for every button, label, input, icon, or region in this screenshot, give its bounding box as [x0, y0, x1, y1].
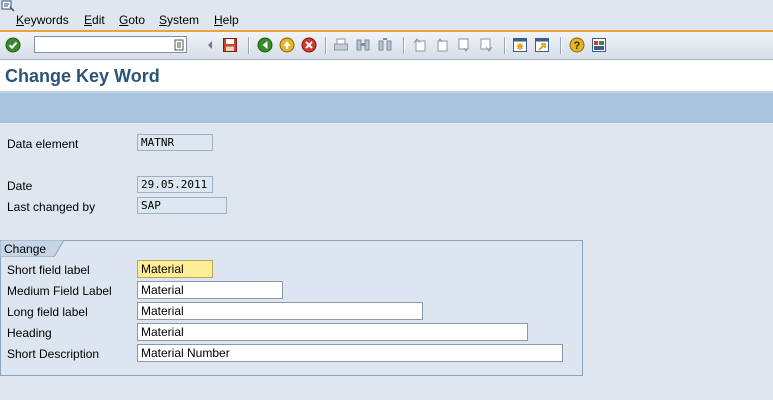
long-field-label-label: Long field label	[7, 305, 88, 319]
last-changed-by-field[interactable]: SAP	[137, 197, 227, 214]
exit-icon[interactable]	[278, 36, 296, 54]
find-icon[interactable]	[354, 36, 372, 54]
next-page-icon[interactable]	[455, 36, 473, 54]
date-field[interactable]: 29.05.2011	[137, 176, 213, 193]
toolbar-separator	[504, 37, 505, 54]
date-label: Date	[7, 179, 33, 193]
short-description-input[interactable]	[137, 344, 563, 362]
print-icon[interactable]	[332, 36, 350, 54]
back-icon[interactable]	[256, 36, 274, 54]
toolbar-separator	[248, 37, 249, 54]
save-icon[interactable]	[221, 36, 239, 54]
toolbar-separator	[325, 37, 326, 54]
menu-goto[interactable]: Goto	[119, 13, 145, 27]
last-changed-by-label: Last changed by	[7, 200, 96, 214]
first-page-icon[interactable]	[411, 36, 429, 54]
enter-check-icon[interactable]	[4, 36, 22, 54]
svg-text:?: ?	[574, 40, 581, 52]
short-field-label-label: Short field label	[7, 263, 90, 277]
data-element-label: Data element	[7, 137, 79, 151]
command-input[interactable]	[37, 38, 165, 52]
toolbar-separator	[560, 37, 561, 54]
menu-edit[interactable]: Edit	[84, 13, 105, 27]
system-menu-icon[interactable]	[1, 0, 15, 12]
last-page-icon[interactable]	[477, 36, 495, 54]
data-element-field[interactable]: MATNR	[137, 134, 213, 151]
page-title: Change Key Word	[5, 66, 160, 86]
medium-field-label-input[interactable]	[137, 281, 283, 299]
group-title: Change	[4, 242, 47, 256]
command-history-icon[interactable]	[172, 36, 186, 54]
heading-input[interactable]	[137, 323, 528, 341]
medium-field-label-label: Medium Field Label	[7, 284, 112, 298]
help-icon[interactable]: ?	[568, 36, 586, 54]
long-field-label-input[interactable]	[137, 302, 423, 320]
customize-layout-icon[interactable]	[590, 36, 608, 54]
short-field-label-input[interactable]	[137, 260, 213, 278]
menu-help[interactable]: Help	[214, 13, 239, 27]
generate-shortcut-icon[interactable]	[533, 36, 551, 54]
short-description-label: Short Description	[7, 347, 100, 361]
application-toolbar	[0, 92, 773, 123]
menu-bar	[0, 0, 773, 31]
previous-page-icon[interactable]	[433, 36, 451, 54]
menu-keywords[interactable]: Keywords	[16, 13, 69, 27]
heading-label: Heading	[7, 326, 52, 340]
command-field[interactable]	[34, 36, 187, 53]
create-session-icon[interactable]	[511, 36, 529, 54]
toolbar-separator	[403, 37, 404, 54]
collapse-arrow-icon[interactable]	[201, 36, 219, 54]
find-next-icon[interactable]	[376, 36, 394, 54]
cancel-icon[interactable]	[300, 36, 318, 54]
menu-system[interactable]: System	[159, 13, 199, 27]
